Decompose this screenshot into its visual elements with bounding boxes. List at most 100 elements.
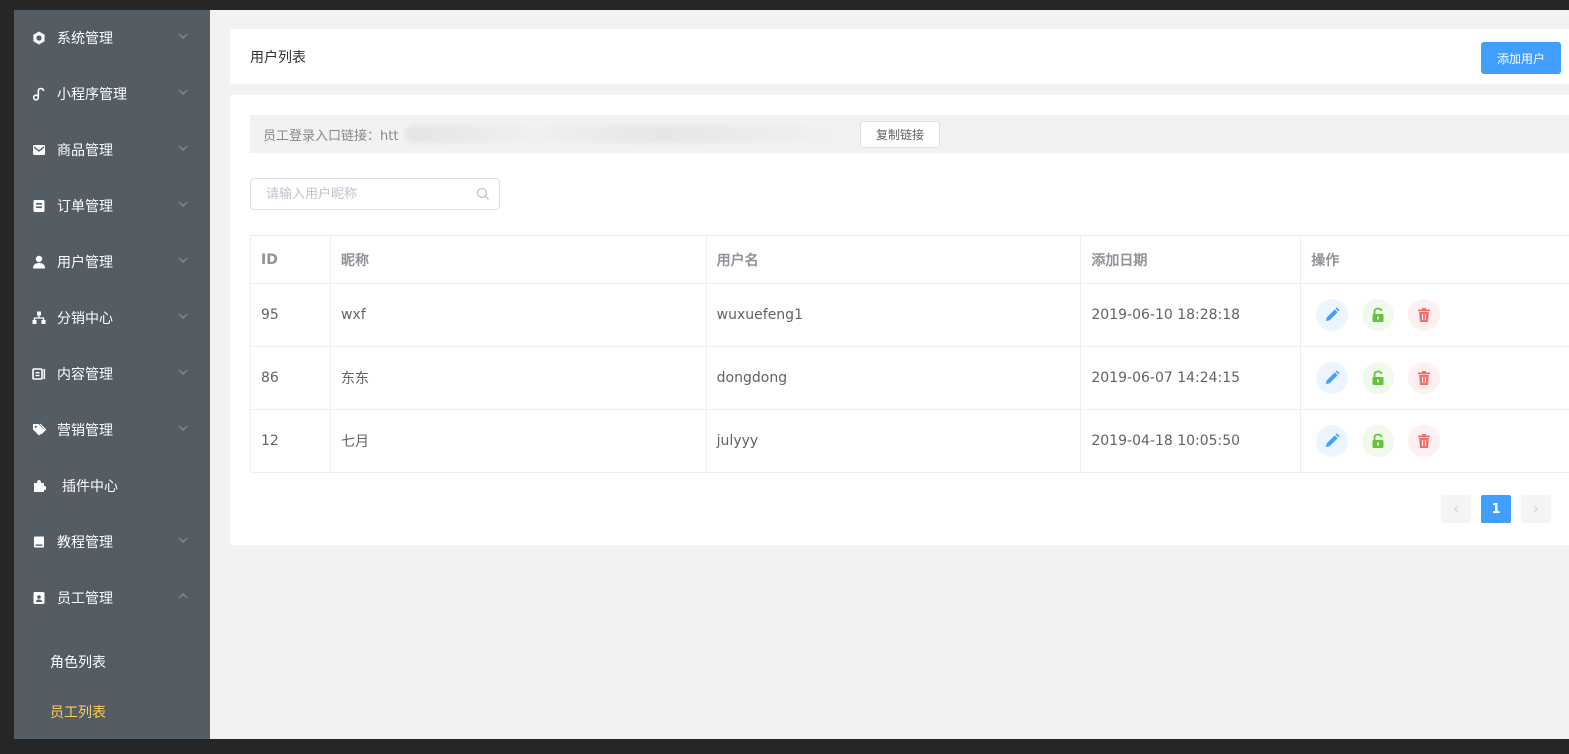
cell-nickname: 七月 — [331, 410, 707, 472]
edit-button[interactable] — [1316, 425, 1349, 457]
unlock-button[interactable] — [1362, 425, 1395, 457]
unlock-button[interactable] — [1362, 362, 1395, 394]
column-header-username: 用户名 — [707, 236, 1082, 283]
search-icon[interactable] — [476, 187, 490, 201]
book-icon — [31, 534, 47, 550]
sidebar-item-users[interactable]: 用户管理 — [14, 234, 210, 290]
page-header: 用户列表 添加用户 — [230, 29, 1569, 84]
sidebar: 系统管理 小程序管理 商品管理 订单管理 用户管理 分销中心 内容管理 营销管理… — [14, 10, 210, 739]
sidebar-item-label: 员工管理 — [57, 591, 113, 607]
edit-button[interactable] — [1316, 299, 1349, 331]
sidebar-item-tutorials[interactable]: 教程管理 — [14, 514, 210, 570]
sidebar-subitem-staff-list[interactable]: 员工列表 — [14, 687, 210, 737]
column-header-date: 添加日期 — [1081, 236, 1302, 283]
main-content: 用户列表 添加用户 员工登录入口链接：htt 复制链接 ID 昵称 用户名 添加… — [210, 10, 1569, 739]
sidebar-item-label: 插件中心 — [62, 479, 118, 495]
trash-icon — [1418, 434, 1431, 448]
sidebar-item-label: 教程管理 — [57, 535, 113, 551]
chevron-down-icon — [177, 30, 189, 42]
settings-icon — [31, 30, 47, 46]
cell-actions — [1301, 410, 1569, 472]
trash-icon — [1418, 308, 1431, 322]
cell-date: 2019-04-18 10:05:50 — [1081, 410, 1302, 472]
sidebar-item-label: 内容管理 — [57, 367, 113, 383]
edit-button[interactable] — [1316, 362, 1349, 394]
column-header-nickname: 昵称 — [331, 236, 707, 283]
sidebar-item-label: 用户管理 — [57, 255, 113, 271]
unlock-button[interactable] — [1362, 299, 1395, 331]
search-input[interactable] — [251, 179, 471, 209]
next-page-button[interactable]: › — [1521, 495, 1551, 523]
cell-id: 86 — [251, 347, 331, 409]
chevron-down-icon — [177, 422, 189, 434]
cell-date: 2019-06-07 14:24:15 — [1081, 347, 1302, 409]
search-field — [250, 178, 500, 210]
sidebar-subitem-roles[interactable]: 角色列表 — [14, 637, 210, 687]
pagination: ‹ 1 › — [1441, 495, 1551, 523]
content-icon — [31, 366, 47, 382]
sidebar-item-label: 营销管理 — [57, 423, 113, 439]
chevron-down-icon — [177, 366, 189, 378]
column-header-id: ID — [251, 236, 331, 283]
sidebar-item-label: 系统管理 — [57, 31, 113, 47]
prev-page-button[interactable]: ‹ — [1441, 495, 1471, 523]
page-title: 用户列表 — [250, 49, 306, 66]
cell-id: 12 — [251, 410, 331, 472]
sidebar-item-label: 商品管理 — [57, 143, 113, 159]
unlock-icon — [1372, 307, 1384, 322]
cell-username: dongdong — [707, 347, 1082, 409]
unlock-icon — [1372, 370, 1384, 385]
page-number-button[interactable]: 1 — [1481, 495, 1511, 523]
cell-actions — [1301, 347, 1569, 409]
delete-button[interactable] — [1408, 425, 1441, 457]
chevron-up-icon — [177, 590, 189, 602]
music-note-icon — [31, 86, 47, 102]
chevron-down-icon — [177, 142, 189, 154]
chevron-down-icon — [177, 198, 189, 210]
sidebar-item-label: 小程序管理 — [57, 87, 127, 103]
table-row: 12 七月 julyyy 2019-04-18 10:05:50 — [251, 410, 1569, 473]
sidebar-item-marketing[interactable]: 营销管理 — [14, 402, 210, 458]
sitemap-icon — [31, 310, 47, 326]
sidebar-item-content[interactable]: 内容管理 — [14, 346, 210, 402]
login-link-label: 员工登录入口链接：htt — [263, 128, 399, 144]
add-user-button[interactable]: 添加用户 — [1481, 42, 1561, 74]
user-icon — [31, 254, 47, 270]
cell-id: 95 — [251, 284, 331, 346]
chevron-down-icon — [177, 310, 189, 322]
chevron-down-icon — [177, 534, 189, 546]
delete-button[interactable] — [1408, 299, 1441, 331]
cell-username: wuxuefeng1 — [707, 284, 1082, 346]
pencil-icon — [1326, 307, 1340, 321]
delete-button[interactable] — [1408, 362, 1441, 394]
content-card: 员工登录入口链接：htt 复制链接 ID 昵称 用户名 添加日期 操作 95 w… — [230, 95, 1569, 545]
trash-icon — [1418, 371, 1431, 385]
column-header-actions: 操作 — [1311, 252, 1340, 269]
sidebar-item-products[interactable]: 商品管理 — [14, 122, 210, 178]
sidebar-item-label: 订单管理 — [57, 199, 113, 215]
chevron-down-icon — [177, 86, 189, 98]
cell-username: julyyy — [707, 410, 1082, 472]
table-header-row: ID 昵称 用户名 添加日期 操作 — [251, 236, 1569, 284]
envelope-icon — [31, 142, 47, 158]
sidebar-item-label: 分销中心 — [57, 311, 113, 327]
table-row: 86 东东 dongdong 2019-06-07 14:24:15 — [251, 347, 1569, 410]
table-row: 95 wxf wuxuefeng1 2019-06-10 18:28:18 — [251, 284, 1569, 347]
sidebar-item-miniprogram[interactable]: 小程序管理 — [14, 66, 210, 122]
sidebar-item-staff[interactable]: 员工管理 — [14, 570, 210, 626]
cell-date: 2019-06-10 18:28:18 — [1081, 284, 1302, 346]
copy-link-button[interactable]: 复制链接 — [860, 121, 940, 148]
sidebar-item-plugins[interactable]: 插件中心 — [14, 458, 210, 514]
pencil-icon — [1326, 370, 1340, 384]
cell-nickname: 东东 — [331, 347, 707, 409]
users-table: ID 昵称 用户名 添加日期 操作 95 wxf wuxuefeng1 2019… — [250, 235, 1569, 473]
tags-icon — [31, 422, 47, 438]
login-link-bar: 员工登录入口链接：htt 复制链接 — [250, 115, 1569, 153]
cell-actions — [1301, 284, 1569, 346]
unlock-icon — [1372, 433, 1384, 448]
sidebar-item-distribution[interactable]: 分销中心 — [14, 290, 210, 346]
chevron-down-icon — [177, 254, 189, 266]
cell-nickname: wxf — [331, 284, 707, 346]
sidebar-item-orders[interactable]: 订单管理 — [14, 178, 210, 234]
sidebar-item-system[interactable]: 系统管理 — [14, 10, 210, 66]
